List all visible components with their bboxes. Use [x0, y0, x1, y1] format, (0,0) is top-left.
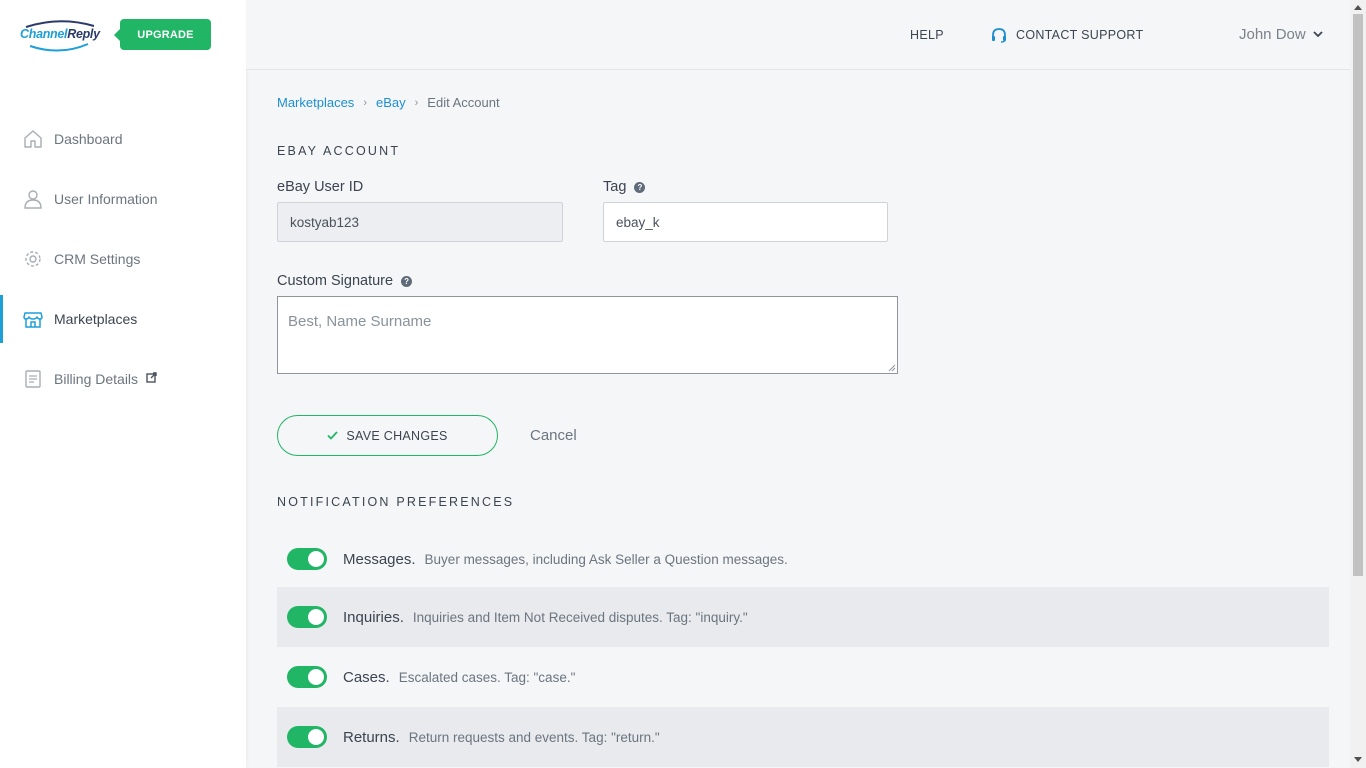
ebay-user-id-label: eBay User ID — [277, 179, 364, 195]
save-changes-button[interactable]: SAVE CHANGES — [277, 415, 498, 456]
upgrade-button[interactable]: UPGRADE — [114, 19, 211, 50]
gear-icon — [23, 249, 43, 269]
sidebar-item-label: CRM Settings — [54, 251, 141, 267]
pref-description: Buyer messages, including Ask Seller a Q… — [424, 551, 788, 567]
resize-handle-icon[interactable] — [888, 364, 896, 372]
pref-row-returns: Returns. Return requests and events. Tag… — [277, 707, 1329, 767]
user-icon — [23, 189, 43, 209]
pref-name: Inquiries. — [343, 608, 404, 626]
vertical-scrollbar[interactable] — [1350, 0, 1366, 768]
pref-description: Return requests and events. Tag: "return… — [408, 729, 660, 745]
breadcrumb-current: Edit Account — [427, 95, 500, 110]
sidebar-item-dashboard[interactable]: Dashboard — [0, 109, 246, 169]
scroll-down-arrow-icon[interactable] — [1354, 757, 1362, 762]
main-content: Marketplaces › eBay › Edit Account EBAY … — [277, 0, 1329, 768]
notification-preferences-heading: NOTIFICATION PREFERENCES — [277, 495, 515, 509]
cancel-button[interactable]: Cancel — [530, 427, 577, 444]
logo-text: ChannelReply — [20, 27, 100, 41]
breadcrumb-marketplaces[interactable]: Marketplaces — [277, 95, 354, 110]
ebay-account-heading: EBAY ACCOUNT — [277, 144, 401, 158]
pref-name: Cases. — [343, 668, 390, 686]
home-icon — [23, 129, 43, 149]
sidebar-item-crm-settings[interactable]: CRM Settings — [0, 229, 246, 289]
help-icon[interactable]: ? — [401, 275, 413, 287]
custom-signature-textarea[interactable]: Best, Name Surname — [277, 296, 898, 374]
chevron-right-icon: › — [363, 96, 367, 109]
help-icon[interactable]: ? — [634, 181, 646, 193]
chevron-right-icon: › — [414, 96, 419, 109]
pref-description: Inquiries and Item Not Received disputes… — [412, 609, 748, 625]
sidebar: ChannelReply UPGRADE Dashboard User Info… — [0, 0, 246, 768]
sidebar-nav: Dashboard User Information CRM Settings … — [0, 109, 246, 409]
channelreply-logo[interactable]: ChannelReply — [20, 18, 100, 54]
external-link-icon — [146, 370, 157, 388]
sidebar-item-label: User Information — [54, 191, 158, 207]
pref-name: Messages. — [343, 550, 416, 568]
pref-row-messages: Messages. Buyer messages, including Ask … — [277, 529, 1329, 589]
sidebar-item-label: Dashboard — [54, 131, 123, 147]
tag-label: Tag ? — [603, 179, 646, 195]
custom-signature-label: Custom Signature ? — [277, 273, 413, 289]
pref-row-inquiries: Inquiries. Inquiries and Item Not Receiv… — [277, 587, 1329, 647]
pref-name: Returns. — [343, 728, 400, 746]
sidebar-item-user-information[interactable]: User Information — [0, 169, 246, 229]
tag-input[interactable]: ebay_k — [603, 202, 888, 242]
sidebar-item-label: Marketplaces — [54, 311, 138, 327]
returns-toggle[interactable] — [287, 726, 327, 748]
scrollbar-thumb[interactable] — [1353, 14, 1363, 576]
checkmark-icon — [327, 431, 339, 440]
billing-icon — [23, 369, 43, 389]
ebay-user-id-field[interactable]: kostyab123 — [277, 202, 563, 242]
breadcrumb: Marketplaces › eBay › Edit Account — [277, 95, 500, 110]
scroll-up-arrow-icon[interactable] — [1354, 5, 1362, 10]
breadcrumb-ebay[interactable]: eBay — [376, 95, 406, 110]
sidebar-item-marketplaces[interactable]: Marketplaces — [0, 289, 246, 349]
pref-description: Escalated cases. Tag: "case." — [398, 669, 576, 685]
cases-toggle[interactable] — [287, 666, 327, 688]
inquiries-toggle[interactable] — [287, 606, 327, 628]
store-icon — [23, 309, 43, 329]
pref-row-cases: Cases. Escalated cases. Tag: "case." — [277, 647, 1329, 707]
sidebar-item-label: Billing Details — [54, 371, 139, 387]
messages-toggle[interactable] — [287, 548, 327, 570]
sidebar-item-billing-details[interactable]: Billing Details — [0, 349, 246, 409]
